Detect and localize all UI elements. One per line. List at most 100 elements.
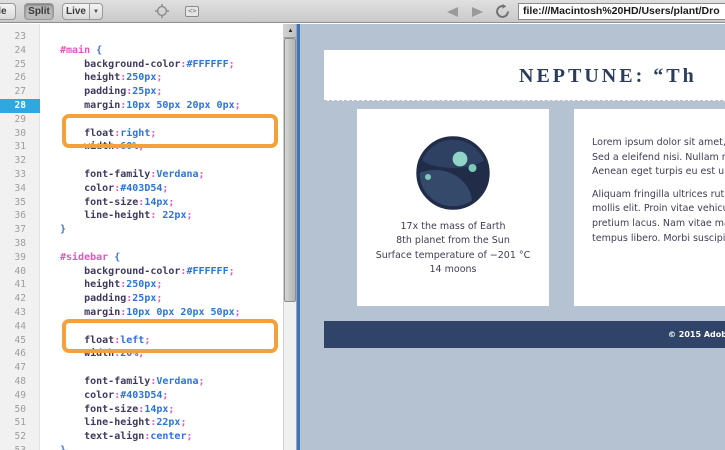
- code-line[interactable]: 33 font-family:Verdana;: [0, 168, 283, 182]
- line-number[interactable]: 39: [0, 251, 40, 265]
- line-number[interactable]: 49: [0, 389, 40, 403]
- code-line[interactable]: 47: [0, 361, 283, 375]
- line-number[interactable]: 27: [0, 85, 40, 99]
- line-number[interactable]: 36: [0, 209, 40, 223]
- line-number[interactable]: 23: [0, 30, 40, 44]
- code-line[interactable]: 23: [0, 30, 283, 44]
- top-toolbar: Code Split Live ▼ <> file:///Macintosh%2…: [0, 0, 725, 23]
- line-number[interactable]: 41: [0, 278, 40, 292]
- code-text[interactable]: [40, 361, 283, 375]
- fact-line: 17x the mass of Earth: [400, 221, 506, 232]
- code-text[interactable]: background-color:#FFFFFF;: [40, 58, 283, 72]
- line-number[interactable]: 26: [0, 71, 40, 85]
- line-number[interactable]: 35: [0, 196, 40, 210]
- line-number[interactable]: 33: [0, 168, 40, 182]
- line-number[interactable]: 47: [0, 361, 40, 375]
- code-text[interactable]: text-align:center;: [40, 430, 283, 444]
- split-view-button[interactable]: Split: [24, 3, 54, 20]
- code-text[interactable]: font-size:14px;: [40, 196, 283, 210]
- code-text[interactable]: margin:10px 0px 20px 50px;: [40, 306, 283, 320]
- line-number[interactable]: 34: [0, 182, 40, 196]
- code-text[interactable]: [40, 237, 283, 251]
- code-text[interactable]: [40, 154, 283, 168]
- line-number[interactable]: 51: [0, 416, 40, 430]
- line-number[interactable]: 52: [0, 430, 40, 444]
- code-text[interactable]: color:#403D54;: [40, 389, 283, 403]
- panel-divider[interactable]: [296, 24, 300, 450]
- scrollbar-thumb[interactable]: [284, 38, 296, 302]
- code-text[interactable]: #main {: [40, 44, 283, 58]
- code-editor-panel[interactable]: 23 24 #main {25 background-color:#FFFFFF; 2…: [0, 24, 283, 450]
- line-number[interactable]: 42: [0, 292, 40, 306]
- code-line[interactable]: 26 height:250px;: [0, 71, 283, 85]
- refresh-icon[interactable]: [495, 4, 510, 19]
- code-text[interactable]: font-family:Verdana;: [40, 375, 283, 389]
- code-text[interactable]: color:#403D54;: [40, 182, 283, 196]
- code-line[interactable]: 36 line-height: 22px;: [0, 209, 283, 223]
- line-number[interactable]: 25: [0, 58, 40, 72]
- address-bar[interactable]: file:///Macintosh%20HD/Users/plant/Dro: [518, 3, 725, 20]
- line-number[interactable]: 48: [0, 375, 40, 389]
- line-number[interactable]: 31: [0, 140, 40, 154]
- code-line[interactable]: 49 color:#403D54;: [0, 389, 283, 403]
- code-text[interactable]: height:250px;: [40, 71, 283, 85]
- code-line[interactable]: 40 background-color:#FFFFFF;: [0, 265, 283, 279]
- editor-scrollbar[interactable]: ▲: [283, 24, 297, 450]
- forward-arrow-icon[interactable]: [472, 7, 483, 17]
- code-text[interactable]: height:250px;: [40, 278, 283, 292]
- code-text[interactable]: line-height:22px;: [40, 416, 283, 430]
- code-line[interactable]: 41 height:250px;: [0, 278, 283, 292]
- text-line: Lorem ipsum dolor sit amet, consectetur: [592, 137, 725, 148]
- code-line[interactable]: 39 #sidebar {: [0, 251, 283, 265]
- line-number[interactable]: 44: [0, 320, 40, 334]
- crosshair-icon[interactable]: [155, 4, 169, 18]
- line-number[interactable]: 37: [0, 223, 40, 237]
- code-line[interactable]: 51 line-height:22px;: [0, 416, 283, 430]
- code-text[interactable]: [40, 30, 283, 44]
- code-text[interactable]: background-color:#FFFFFF;: [40, 265, 283, 279]
- code-line[interactable]: 43 margin:10px 0px 20px 50px;: [0, 306, 283, 320]
- code-line[interactable]: 32: [0, 154, 283, 168]
- code-text[interactable]: }: [40, 444, 283, 450]
- code-text[interactable]: }: [40, 223, 283, 237]
- line-number[interactable]: 50: [0, 403, 40, 417]
- line-number[interactable]: 28: [0, 98, 40, 113]
- code-line[interactable]: 34 color:#403D54;: [0, 182, 283, 196]
- code-line[interactable]: 27 padding:25px;: [0, 85, 283, 99]
- code-line[interactable]: 38: [0, 237, 283, 251]
- code-line[interactable]: 42 padding:25px;: [0, 292, 283, 306]
- code-text[interactable]: padding:25px;: [40, 292, 283, 306]
- code-line[interactable]: 25 background-color:#FFFFFF;: [0, 58, 283, 72]
- line-number[interactable]: 38: [0, 237, 40, 251]
- line-number[interactable]: 45: [0, 334, 40, 348]
- code-line[interactable]: 24 #main {: [0, 44, 283, 58]
- line-number[interactable]: 46: [0, 347, 40, 361]
- code-line[interactable]: 48 font-family:Verdana;: [0, 375, 283, 389]
- text-line: Aliquam fringilla ultrices rutrum. Duis: [592, 188, 725, 200]
- dreamweaver-split-view: Code Split Live ▼ <> file:///Macintosh%2…: [0, 0, 725, 450]
- live-dropdown-icon[interactable]: ▼: [89, 3, 103, 20]
- line-number[interactable]: 29: [0, 113, 40, 127]
- line-number[interactable]: 24: [0, 44, 40, 58]
- code-text[interactable]: line-height: 22px;: [40, 209, 283, 223]
- line-number[interactable]: 40: [0, 265, 40, 279]
- code-line[interactable]: 35 font-size:14px;: [0, 196, 283, 210]
- line-number[interactable]: 43: [0, 306, 40, 320]
- live-view-button[interactable]: Live: [62, 3, 90, 20]
- code-line[interactable]: 50 font-size:14px;: [0, 403, 283, 417]
- code-view-button[interactable]: Code: [0, 3, 16, 20]
- line-number[interactable]: 32: [0, 154, 40, 168]
- code-text[interactable]: margin:10px 50px 20px 0px;: [40, 99, 283, 113]
- code-text[interactable]: padding:25px;: [40, 85, 283, 99]
- code-line[interactable]: 28 margin:10px 50px 20px 0px;: [0, 98, 283, 113]
- code-text[interactable]: font-size:14px;: [40, 403, 283, 417]
- inspect-code-icon[interactable]: <>: [185, 6, 200, 17]
- code-text[interactable]: font-family:Verdana;: [40, 168, 283, 182]
- code-line[interactable]: 37}: [0, 223, 283, 237]
- code-text[interactable]: #sidebar {: [40, 251, 283, 265]
- code-line[interactable]: 53}: [0, 444, 283, 450]
- line-number[interactable]: 30: [0, 127, 40, 141]
- code-line[interactable]: 52 text-align:center;: [0, 430, 283, 444]
- line-number[interactable]: 53: [0, 444, 40, 450]
- back-arrow-icon[interactable]: [447, 7, 458, 17]
